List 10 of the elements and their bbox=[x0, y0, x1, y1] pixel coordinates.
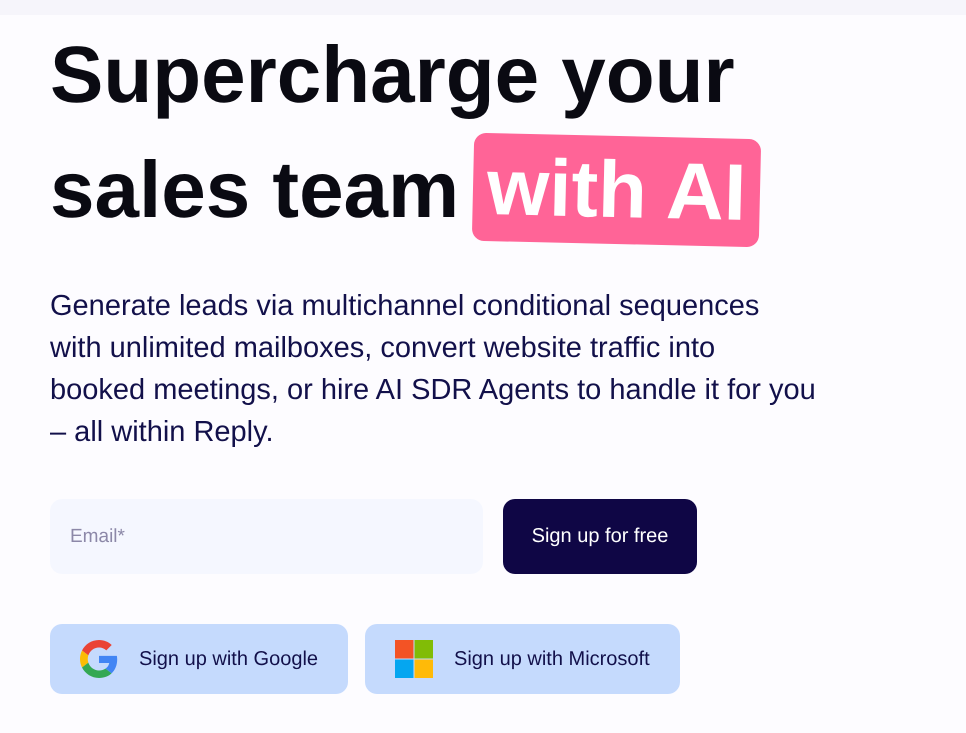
google-signup-button[interactable]: Sign up with Google bbox=[50, 624, 348, 694]
microsoft-logo-icon bbox=[395, 640, 434, 678]
heading-text: sales team bbox=[50, 144, 460, 236]
heading-highlight: with AI bbox=[472, 132, 762, 247]
description-text: Generate leads via multichannel conditional sequences with unlimited mailboxes, convert website traffic into booked meetings, or hire AI SDR Agents to handle it for you – all within Reply. bbox=[50, 289, 817, 450]
heading-text: Supercharge your bbox=[50, 29, 735, 121]
google-logo-icon bbox=[80, 640, 118, 678]
signup-button[interactable]: Sign up for free bbox=[503, 499, 697, 574]
email-field[interactable]: Email* bbox=[50, 499, 483, 574]
microsoft-signup-button[interactable]: Sign up with Microsoft bbox=[365, 624, 680, 694]
